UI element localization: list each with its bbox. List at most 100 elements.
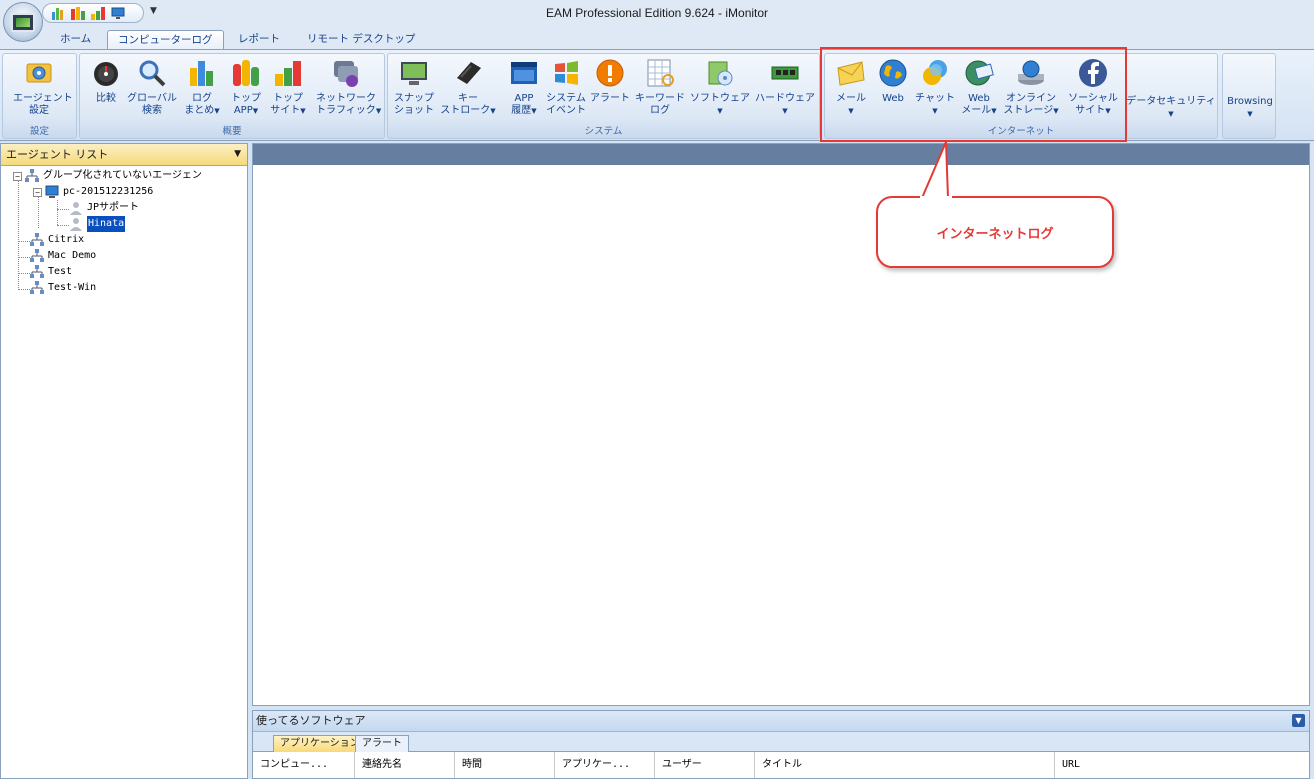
group-icon [25,169,39,183]
group-icon [30,281,44,295]
agent-settings-label: エージェント [13,93,73,104]
tree-item-pc[interactable]: − pc-201512231256 [33,184,153,200]
top-site-label-2: サイト [270,105,301,116]
software-pane-header: 使ってるソフトウェア ▼ [253,711,1309,732]
tab-application[interactable]: アプリケーション [273,735,367,752]
network-traffic-icon [330,57,362,89]
tree-item-label-selected: Hinata [87,216,126,232]
snapshot-button[interactable]: スナップ ショット [388,57,440,123]
user-icon [69,217,83,231]
column-header-contact[interactable]: 連絡先名 [355,752,455,778]
group-icon [30,249,44,263]
compare-button[interactable]: 比較 [80,57,132,123]
browsing-label: Browsing [1227,96,1273,107]
web-mail-button[interactable]: Web メール▼ [953,57,1005,123]
content-header-bar [253,144,1309,165]
tree-item-hinata[interactable]: Hinata [69,216,126,232]
web-mail-icon [963,57,995,89]
ribbon: エージェント 設定 設定 比較 グローバル 検索 ログ まとめ▼ トップ APP… [0,49,1314,141]
alert-label: アラート [590,93,630,104]
network-traffic-label: ネットワーク [316,93,376,104]
tree-item-label: Test [48,266,73,277]
tree-item-test-win[interactable]: Test-Win [30,280,96,296]
ribbon-tabs: ホーム コンピューターログ レポート リモート デスクトップ [0,28,1314,49]
hardware-label: ハードウェア [755,93,815,104]
group-overview: 比較 グローバル 検索 ログ まとめ▼ トップ APP▼ トップ サイト▼ ネッ… [79,53,385,139]
keystroke-label-2: ストローク [440,105,491,116]
group-icon [30,265,44,279]
tab-remote-desktop[interactable]: リモート デスクトップ [297,30,425,49]
global-search-label: グローバル [127,93,177,104]
app-menu-button[interactable] [3,2,43,42]
tree-item-test[interactable]: Test [30,264,72,280]
app-history-label-2: 履歴 [511,105,532,116]
keyword-log-button[interactable]: キーワード ログ [632,57,688,123]
tab-report[interactable]: レポート [228,30,290,49]
monitor-icon [11,12,35,32]
top-site-button[interactable]: トップ サイト▼ [262,57,314,123]
keystroke-button[interactable]: キー ストローク▼ [438,57,498,123]
online-storage-label-2: ストレージ [1003,105,1054,116]
chevron-down-icon[interactable]: ▼ [234,144,241,165]
top-site-chart-icon [272,57,304,89]
software-button[interactable]: ソフトウェア ▼ [690,57,750,123]
column-header-url[interactable]: URL [1055,752,1309,778]
software-usage-pane: 使ってるソフトウェア ▼ アプリケーション アラート コンピュー... 連絡先名… [252,710,1310,779]
tree-item-ungrouped[interactable]: − グループ化されていないエージェン [13,168,202,184]
column-header-application[interactable]: アプリケー... [555,752,655,778]
tree-item-label: Test-Win [48,282,97,293]
social-site-label: ソーシャル [1068,93,1118,104]
callout-text: インターネットログ [936,226,1054,242]
internet-log-callout: インターネットログ [876,196,1114,268]
snapshot-label-2: ショット [394,105,434,116]
software-pane-tabs: アプリケーション アラート [253,732,1309,752]
top-app-label-2: APP [233,105,253,116]
network-traffic-button[interactable]: ネットワーク トラフィック▼ [316,57,381,123]
software-pane-title: 使ってるソフトウェア [256,714,366,727]
agent-list-title: エージェント リスト [6,148,109,161]
tree-item-jp-support[interactable]: JPサポート [69,200,139,216]
keyword-log-label-2: ログ [650,105,670,116]
windows-logo-icon [550,57,582,89]
globe-icon [877,57,909,89]
column-header-user[interactable]: ユーザー [655,752,755,778]
group-browsing: Browsing ▼ [1222,53,1276,139]
chevron-down-icon[interactable]: ▼ [1292,714,1305,727]
group-icon [30,233,44,247]
column-header-computer[interactable]: コンピュー... [253,752,355,778]
collapse-icon[interactable]: − [13,171,22,181]
online-storage-button[interactable]: オンライン ストレージ▼ [1001,57,1061,123]
social-site-button[interactable]: ソーシャル サイト▼ [1063,57,1123,123]
software-box-icon [704,57,736,89]
snapshot-label: スナップ [394,93,434,104]
tab-home[interactable]: ホーム [50,30,101,49]
title-bar: ▼ EAM Professional Edition 9.624 - iMoni… [0,0,1314,42]
collapse-icon[interactable]: − [33,187,42,197]
chat-bubbles-icon [919,57,951,89]
keyboard-icon [452,57,484,89]
computer-icon [45,185,59,199]
tree-item-label: pc-201512231256 [63,186,154,197]
magnifier-icon [136,57,168,89]
tree-item-mac-demo[interactable]: Mac Demo [30,248,96,264]
social-site-label-2: サイト [1075,105,1106,116]
tab-computer-log[interactable]: コンピューターログ [107,30,224,49]
column-header-time[interactable]: 時間 [455,752,555,778]
agent-settings-button[interactable]: エージェント 設定 [13,57,73,123]
envelope-icon [835,57,867,89]
settings-folder-icon [23,57,55,89]
agent-settings-label-2: 設定 [29,105,49,116]
hardware-button[interactable]: ハードウェア ▼ [754,57,816,123]
alert-button[interactable]: アラート [584,57,636,123]
group-system: スナップ ショット キー ストローク▼ APP 履歴▼ システム イベント アラ… [387,53,820,139]
group-label-settings: 設定 [29,126,49,137]
column-header-title[interactable]: タイトル [755,752,1055,778]
window-title: EAM Professional Edition 9.624 - iMonito… [545,6,769,20]
main-content-area [252,143,1310,706]
group-label-overview: 概要 [222,126,242,137]
global-search-button[interactable]: グローバル 検索 [126,57,178,123]
tab-alert[interactable]: アラート [355,735,409,752]
keystroke-label: キー [458,93,478,104]
agent-list-header[interactable]: エージェント リスト ▼ [1,144,247,166]
tree-item-citrix[interactable]: Citrix [30,232,84,248]
